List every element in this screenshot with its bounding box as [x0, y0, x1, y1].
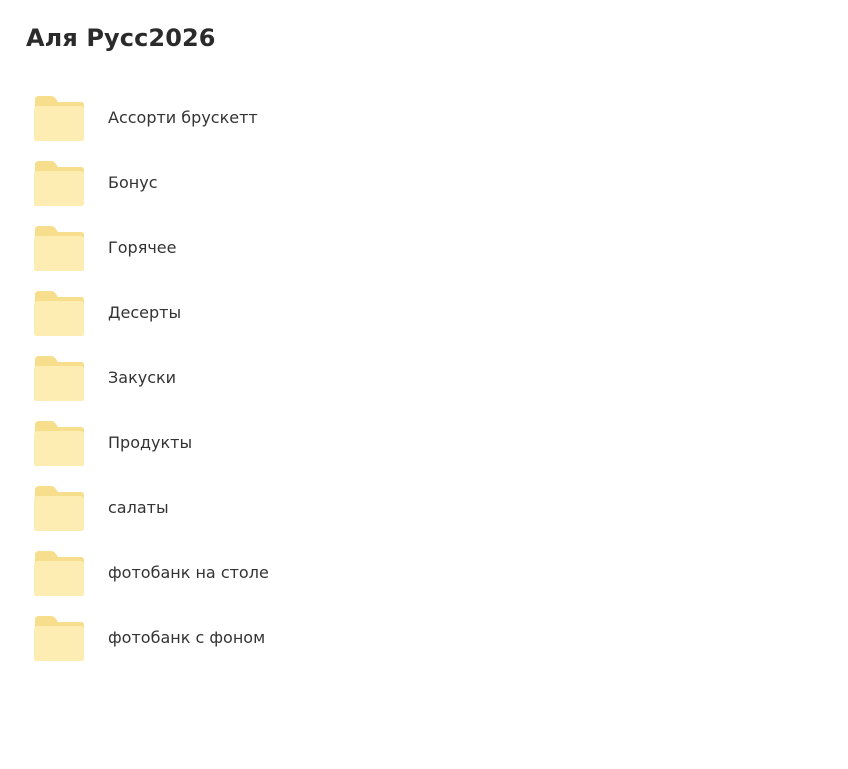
- folder-item-produkty[interactable]: Продукты: [0, 410, 848, 475]
- folder-label: Бонус: [108, 172, 158, 192]
- folder-label: Продукты: [108, 432, 193, 452]
- folder-item-fotobank-s-fonom[interactable]: фотобанк с фоном: [0, 605, 848, 670]
- folder-icon: [33, 94, 85, 142]
- folder-item-goryachee[interactable]: Горячее: [0, 215, 848, 280]
- folder-icon: [33, 419, 85, 467]
- folder-label: фотобанк с фоном: [108, 627, 266, 647]
- folder-item-deserty[interactable]: Десерты: [0, 280, 848, 345]
- page-title: Аля Русс2026: [26, 24, 216, 52]
- folder-icon: [33, 549, 85, 597]
- folder-label: салаты: [108, 497, 169, 517]
- folder-icon: [33, 159, 85, 207]
- folder-item-bonus[interactable]: Бонус: [0, 150, 848, 215]
- folder-label: Ассорти брускетт: [108, 107, 258, 127]
- folder-icon: [33, 289, 85, 337]
- folder-icon: [33, 354, 85, 402]
- folder-label: Закуски: [108, 367, 177, 387]
- folder-icon: [33, 614, 85, 662]
- folder-item-salaty[interactable]: салаты: [0, 475, 848, 540]
- folder-item-assorti-brusketts[interactable]: Ассорти брускетт: [0, 85, 848, 150]
- folder-item-fotobank-na-stole[interactable]: фотобанк на столе: [0, 540, 848, 605]
- folder-icon: [33, 484, 85, 532]
- folder-icon: [33, 224, 85, 272]
- folder-label: фотобанк на столе: [108, 562, 269, 582]
- folder-label: Десерты: [108, 302, 182, 322]
- folder-label: Горячее: [108, 237, 177, 257]
- folder-list: Ассорти брускетт Бонус Горячее Десерты З…: [0, 85, 848, 670]
- folder-item-zakuski[interactable]: Закуски: [0, 345, 848, 410]
